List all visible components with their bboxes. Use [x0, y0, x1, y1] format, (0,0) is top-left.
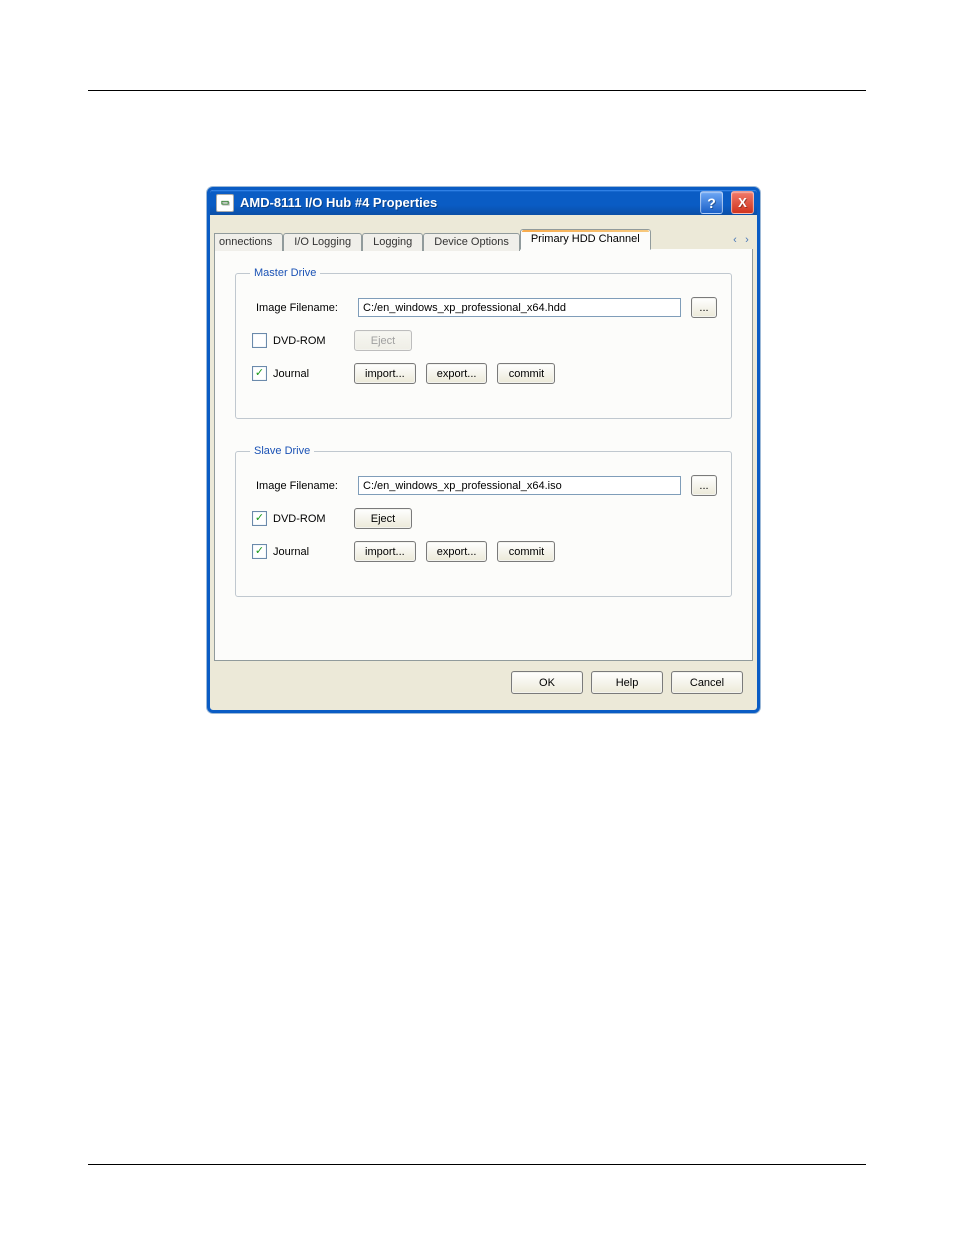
tab-device-options[interactable]: Device Options: [423, 233, 520, 251]
label-slave-dvdrom: DVD-ROM: [273, 513, 326, 525]
browse-slave-image-button[interactable]: ...: [691, 475, 717, 496]
window-title: AMD-8111 I/O Hub #4 Properties: [240, 195, 437, 210]
eject-master-button: Eject: [354, 330, 412, 351]
legend-master-drive: Master Drive: [250, 267, 320, 279]
app-icon: ▭: [216, 194, 234, 212]
input-slave-image-filename[interactable]: [358, 476, 681, 495]
checkbox-slave-dvdrom[interactable]: ✓: [252, 511, 267, 526]
tab-scroll-left-icon[interactable]: ‹: [729, 231, 741, 249]
row-master-journal: ✓ Journal import... export... commit: [250, 363, 717, 384]
row-master-dvdrom: ✓ DVD-ROM Eject: [250, 330, 717, 351]
tab-io-logging[interactable]: I/O Logging: [283, 233, 362, 251]
cancel-button[interactable]: Cancel: [671, 671, 743, 694]
input-master-image-filename[interactable]: [358, 298, 681, 317]
export-master-button[interactable]: export...: [426, 363, 488, 384]
ok-button[interactable]: OK: [511, 671, 583, 694]
tab-primary-hdd-channel[interactable]: Primary HDD Channel: [520, 229, 651, 250]
checkbox-slave-journal[interactable]: ✓: [252, 544, 267, 559]
label-master-journal: Journal: [273, 368, 309, 380]
import-master-button[interactable]: import...: [354, 363, 416, 384]
titlebar: ▭ AMD-8111 I/O Hub #4 Properties ? X: [210, 190, 757, 215]
page-rule-bottom: [88, 1164, 866, 1165]
tab-panel-primary-hdd: Master Drive Image Filename: ... ✓ DVD-R…: [214, 249, 753, 661]
label-slave-journal: Journal: [273, 546, 309, 558]
eject-slave-button[interactable]: Eject: [354, 508, 412, 529]
label-slave-image-filename: Image Filename:: [250, 480, 348, 492]
row-master-image: Image Filename: ...: [250, 297, 717, 318]
tab-scroll: ‹ ›: [729, 231, 753, 249]
tab-connections[interactable]: onnections: [214, 233, 283, 251]
commit-slave-button[interactable]: commit: [497, 541, 555, 562]
row-slave-image: Image Filename: ...: [250, 475, 717, 496]
properties-dialog: ▭ AMD-8111 I/O Hub #4 Properties ? X onn…: [207, 187, 760, 713]
checkbox-master-dvdrom[interactable]: ✓: [252, 333, 267, 348]
checkbox-master-journal[interactable]: ✓: [252, 366, 267, 381]
legend-slave-drive: Slave Drive: [250, 445, 314, 457]
group-slave-drive: Slave Drive Image Filename: ... ✓ DVD-RO…: [235, 445, 732, 597]
group-master-drive: Master Drive Image Filename: ... ✓ DVD-R…: [235, 267, 732, 419]
titlebar-help-button[interactable]: ?: [700, 191, 723, 214]
dialog-footer: OK Help Cancel: [210, 661, 757, 694]
browse-master-image-button[interactable]: ...: [691, 297, 717, 318]
help-button[interactable]: Help: [591, 671, 663, 694]
row-slave-dvdrom: ✓ DVD-ROM Eject: [250, 508, 717, 529]
row-slave-journal: ✓ Journal import... export... commit: [250, 541, 717, 562]
page-rule-top: [88, 90, 866, 91]
tab-strip: onnections I/O Logging Logging Device Op…: [210, 215, 757, 249]
label-master-image-filename: Image Filename:: [250, 302, 348, 314]
label-master-dvdrom: DVD-ROM: [273, 335, 326, 347]
titlebar-close-button[interactable]: X: [731, 191, 754, 214]
commit-master-button[interactable]: commit: [497, 363, 555, 384]
tab-scroll-right-icon[interactable]: ›: [741, 231, 753, 249]
export-slave-button[interactable]: export...: [426, 541, 488, 562]
import-slave-button[interactable]: import...: [354, 541, 416, 562]
tab-logging[interactable]: Logging: [362, 233, 423, 251]
